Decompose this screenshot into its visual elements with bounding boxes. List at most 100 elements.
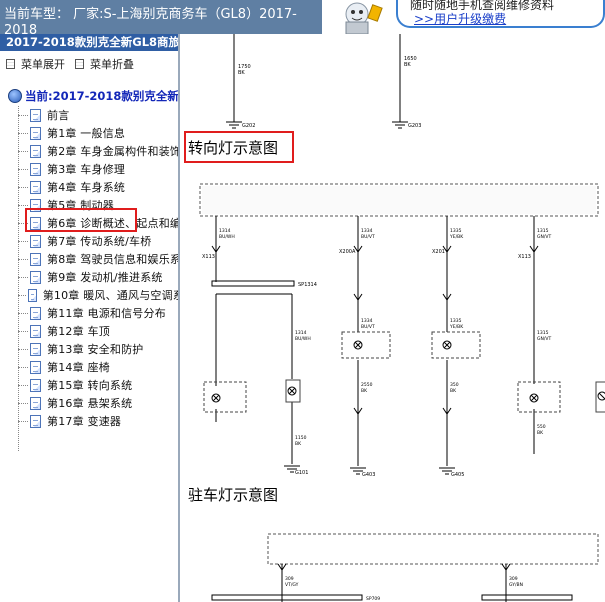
expand-menu-button[interactable]: 菜单展开 <box>6 56 65 72</box>
wire1-color: BK <box>238 70 245 76</box>
collapse-label: 菜单折叠 <box>90 58 134 71</box>
tree-item-label: 第14章 座椅 <box>47 361 110 374</box>
document-icon <box>30 414 41 428</box>
tree-item[interactable]: 第4章 车身系统 <box>14 178 178 196</box>
wire-bot-1-color: BK <box>295 441 302 447</box>
sidebar-toolbar: 菜单展开 菜单折叠 <box>6 56 134 72</box>
tree-item[interactable]: 第9章 发动机/推进系统 <box>14 268 178 286</box>
diagram-viewer[interactable]: 1750 BK 1650 BK G202 G203 SP1314 X113 X2… <box>182 34 605 602</box>
document-icon <box>30 126 41 140</box>
sidebar: 2017-2018款别克全新GL8商旅车 菜单展开 菜单折叠 当前:2017-2… <box>0 34 180 602</box>
document-icon <box>30 324 41 338</box>
tree-item-label: 第16章 悬架系统 <box>47 397 133 410</box>
tree-item-label: 第17章 变速器 <box>47 415 122 428</box>
tree-item[interactable]: 第16章 悬架系统 <box>14 394 178 412</box>
wire-mid-1-color: BU/WH <box>295 336 311 342</box>
wire-bot-3-color: BK <box>450 388 457 394</box>
wire-mid-4-color: GN/VT <box>537 336 551 342</box>
tree-item-label: 第3章 车身修理 <box>47 163 126 176</box>
lamp-icons <box>211 340 605 403</box>
tree-root[interactable]: 当前:2017-2018款别克全新 <box>8 88 178 104</box>
document-icon <box>30 396 41 410</box>
wire-top-3-color: YE/BK <box>449 234 464 240</box>
tree-branch <box>18 240 28 242</box>
tree-item[interactable]: 前言 <box>14 106 178 124</box>
wire-bot-4-num: 550 <box>537 424 546 430</box>
vehicle-info: 当前车型： 厂家:S-上海别克商务车（GL8）2017-2018 <box>0 0 322 34</box>
tree-item[interactable]: 第13章 安全和防护 <box>14 340 178 358</box>
park-splice: SP709 <box>366 596 380 602</box>
tree-branch <box>18 420 28 422</box>
connector-3: X201 <box>432 249 445 255</box>
expand-label: 菜单展开 <box>21 58 65 71</box>
upgrade-link[interactable]: >>用户升级缴费 <box>414 10 506 27</box>
wire-mid-4-num: 1315 <box>537 330 549 336</box>
tree-item-label: 第8章 驾驶员信息和娱乐系 <box>47 253 180 266</box>
document-icon <box>30 360 41 374</box>
turn-signal-title: 转向灯示意图 <box>188 139 279 157</box>
document-icon <box>30 108 41 122</box>
ground1-label: G202 <box>242 123 255 129</box>
parking-lamp-title: 驻车灯示意图 <box>188 486 279 504</box>
wire-mid-2-color: BU/VT <box>361 324 375 330</box>
tree-item[interactable]: 第12章 车顶 <box>14 322 178 340</box>
tree-item[interactable]: 第15章 转向系统 <box>14 376 178 394</box>
wire-top-2-num: 1334 <box>361 228 373 234</box>
tree-item-label: 第12章 车顶 <box>47 325 110 338</box>
document-icon <box>30 144 41 158</box>
tree-item-label: 前言 <box>47 109 70 122</box>
ground-g101: G101 <box>295 470 308 476</box>
ground2-label: G203 <box>408 123 421 129</box>
top-header: 当前车型： 厂家:S-上海别克商务车（GL8）2017-2018 随时随地手机查… <box>0 0 605 35</box>
document-icon <box>30 306 41 320</box>
tree-item[interactable]: 第10章 暖风、通风与空调系 <box>14 286 180 304</box>
tree-item-label: 第2章 车身金属构件和装饰 <box>47 145 180 158</box>
connector-2: X200A <box>339 249 356 255</box>
wire-top-2-color: BU/VT <box>361 234 375 240</box>
wire-bot-2-color: BK <box>361 388 368 394</box>
wire-bot-4-color: BK <box>537 430 544 436</box>
park-wire-2-num: 309 <box>509 576 518 582</box>
expand-icon <box>6 59 15 69</box>
tree-branch <box>18 402 28 404</box>
mascot-logo-icon <box>326 0 388 35</box>
tree-item-label: 第7章 传动系统/车桥 <box>47 235 152 248</box>
tree-branch <box>18 384 28 386</box>
tree-item[interactable]: 第2章 车身金属构件和装饰 <box>14 142 180 160</box>
tree-item[interactable]: 第3章 车身修理 <box>14 160 178 178</box>
globe-icon <box>8 89 22 103</box>
connector-4: X113 <box>518 254 531 260</box>
tree-item[interactable]: 第14章 座椅 <box>14 358 178 376</box>
tree-item[interactable]: 第17章 变速器 <box>14 412 178 430</box>
tree-item[interactable]: 第1章 一般信息 <box>14 124 178 142</box>
vehicle-label: 当前车型： <box>4 7 70 22</box>
wire-top-1-color: BU/WH <box>219 234 235 240</box>
splice-label: SP1314 <box>298 282 317 288</box>
document-icon <box>30 270 41 284</box>
wire-mid-3-color: YE/BK <box>449 324 464 330</box>
tree-item-label: 第15章 转向系统 <box>47 379 133 392</box>
wire-top-4-color: GN/VT <box>537 234 551 240</box>
wiring-diagram: 1750 BK 1650 BK G202 G203 SP1314 X113 X2… <box>199 34 605 602</box>
tree-item[interactable]: 第8章 驾驶员信息和娱乐系 <box>14 250 180 268</box>
tree-branch <box>18 150 28 152</box>
tree-branch <box>18 204 28 206</box>
document-icon <box>30 234 41 248</box>
ground-g405: G405 <box>451 472 464 478</box>
wire-top-4-num: 1315 <box>537 228 549 234</box>
park-wire-1-color: VT/GY <box>285 582 299 588</box>
sidebar-title: 2017-2018款别克全新GL8商旅车 <box>0 34 178 51</box>
park-wire-2-color: GY/BN <box>509 582 523 588</box>
tree-item-label: 第13章 安全和防护 <box>47 343 144 356</box>
tree-item[interactable]: 第11章 电源和信号分布 <box>14 304 178 322</box>
tree-branch <box>18 168 28 170</box>
ground-g403: G403 <box>362 472 375 478</box>
wire-bot-1-num: 1150 <box>295 435 307 441</box>
wire-mid-1-num: 1314 <box>295 330 307 336</box>
wire-mid-2-num: 1334 <box>361 318 373 324</box>
tree-item-label: 第10章 暖风、通风与空调系 <box>42 289 180 302</box>
collapse-menu-button[interactable]: 菜单折叠 <box>75 56 134 72</box>
tree-item[interactable]: 第7章 传动系统/车桥 <box>14 232 178 250</box>
tree-branch <box>18 258 28 260</box>
document-icon <box>30 162 41 176</box>
